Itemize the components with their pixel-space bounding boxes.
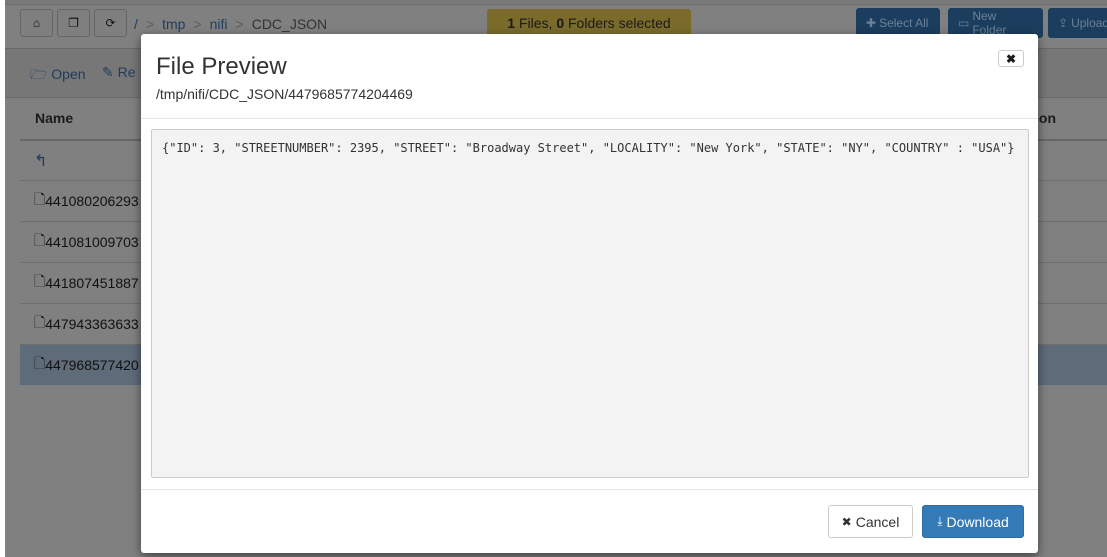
plus-icon: ✚ [866,16,877,30]
file-icon: 🗋 [34,273,46,289]
rename-button[interactable]: ✎ Re [102,64,136,81]
file-icon: 🗋 [34,191,46,207]
file-name: 441807451887 [45,275,139,291]
file-name: 441080206293 [45,193,139,209]
file-icon: 🗋 [34,232,46,248]
file-path: /tmp/nifi/CDC_JSON/4479685774204469 [156,86,413,102]
breadcrumb-separator: > [193,16,202,32]
refresh-button[interactable]: ⟳ [94,9,127,37]
breadcrumb-tmp[interactable]: tmp [162,16,185,32]
edit-icon: ✎ [102,64,114,80]
download-button[interactable]: ⤓ Download [922,505,1024,538]
folders-count: 0 [556,15,565,31]
new-folder-label: New Folder [972,9,1007,37]
back-arrow-icon: ↰ [34,152,48,170]
file-name: 441081009703 [45,234,139,250]
breadcrumb: / > tmp > nifi > CDC_JSON [134,16,327,32]
divider [141,118,1038,119]
files-label: Files, [515,15,557,31]
home-icon: ⌂ [32,16,41,30]
rename-label: Re [117,64,136,80]
open-label: Open [51,66,86,82]
file-icon: 🗋 [34,355,46,371]
home-button[interactable]: ⌂ [20,9,53,37]
copy-button[interactable]: ❐ [57,9,90,37]
file-icon: 🗋 [34,314,46,330]
upload-label: Upload [1071,16,1107,30]
folder-open-icon: 🗁 [30,66,48,82]
open-button[interactable]: 🗁 Open [30,64,86,88]
upload-button[interactable]: ⇪ Upload [1048,8,1107,38]
top-bar [5,0,1107,5]
selection-status: 1 Files, 0 Folders selected [487,9,691,37]
folder-icon: ▭ [958,16,970,30]
file-preview-modal: File Preview /tmp/nifi/CDC_JSON/44796857… [141,34,1038,553]
close-icon: ✖ [1005,51,1017,66]
column-header[interactable]: ion [1035,110,1056,126]
file-content: {"ID": 3, "STREETNUMBER": 2395, "STREET"… [151,129,1029,478]
select-all-label: Select All [879,16,929,30]
breadcrumb-separator: > [235,16,244,32]
files-count: 1 [507,15,516,31]
breadcrumb-separator: > [145,16,155,32]
file-name: 447968577420 [45,357,139,373]
close-button[interactable]: ✖ [998,50,1024,67]
close-icon: ✖ [841,514,852,529]
file-name: 447943363633 [45,316,139,332]
breadcrumb-root[interactable]: / [134,16,138,32]
cancel-label: Cancel [855,513,900,530]
modal-title: File Preview [156,53,287,80]
divider [141,489,1038,490]
folders-label: Folders selected [564,15,671,31]
breadcrumb-current: CDC_JSON [251,16,328,32]
download-icon: ⤓ [937,514,943,528]
refresh-icon: ⟳ [105,16,116,30]
breadcrumb-nifi[interactable]: nifi [210,16,228,32]
cancel-button[interactable]: ✖ Cancel [828,505,913,538]
upload-icon: ⇪ [1058,16,1069,30]
name-column-header[interactable]: Name [35,110,73,126]
download-label: Download [946,513,1009,530]
copy-icon: ❐ [68,16,79,30]
